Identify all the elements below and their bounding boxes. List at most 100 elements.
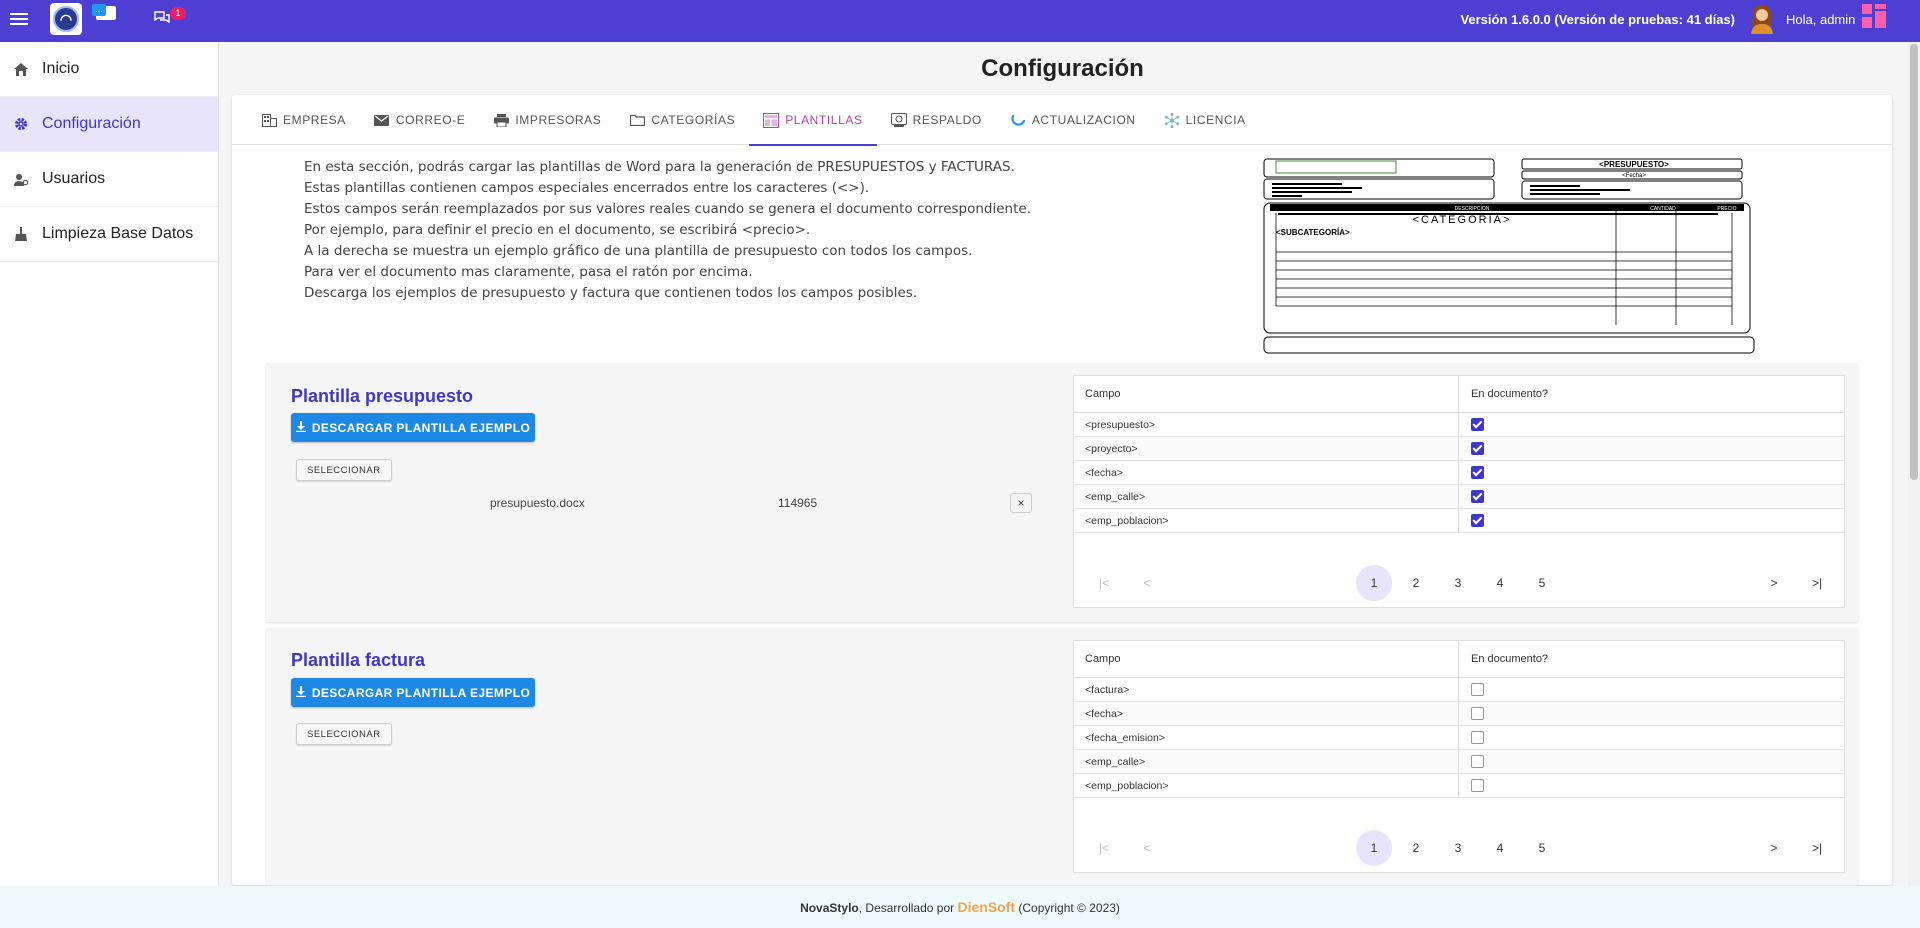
next-page-icon[interactable]: > (1756, 565, 1792, 601)
template-preview-image[interactable]: <PRESUPUESTO> <Fecha> DESCRIPCION CANTID… (1262, 157, 1762, 357)
template-icon (763, 112, 780, 128)
mail-chip: ... (92, 4, 106, 16)
presupuesto-title: Plantilla presupuesto (291, 386, 474, 406)
prev-page-icon[interactable]: < (1129, 565, 1165, 601)
page-button-1[interactable]: 1 (1356, 830, 1392, 866)
tab-label: EMPRESA (283, 113, 346, 127)
tab-label: CATEGORÍAS (651, 113, 736, 127)
intro-line: En esta sección, podrás cargar las plant… (304, 159, 1015, 175)
remove-file-button[interactable]: × (1010, 493, 1032, 513)
tab-label: LICENCIA (1185, 113, 1246, 127)
tab-label: RESPALDO (912, 113, 982, 127)
chat-badge: 1 (170, 7, 186, 20)
sidebar-item-usuarios[interactable]: Usuarios (0, 152, 218, 207)
next-page-icon[interactable]: > (1756, 830, 1792, 866)
page-button-5[interactable]: 5 (1524, 565, 1560, 601)
top-app-bar: ◠ ... 1 Versión 1.6.0.0 (Versión de prue… (0, 0, 1920, 42)
file-name: presupuesto.docx (490, 496, 585, 510)
column-en-documento: En documento? (1471, 388, 1549, 400)
hamburger-menu-icon[interactable] (10, 10, 28, 28)
first-page-icon[interactable]: |< (1086, 830, 1122, 866)
sidebar-item-label: Limpieza Base Datos (42, 225, 194, 242)
checkbox-unchecked[interactable] (1471, 707, 1484, 720)
table-row: <emp_calle> (1074, 485, 1844, 509)
checkbox-unchecked[interactable] (1471, 755, 1484, 768)
last-page-icon[interactable]: >| (1799, 830, 1835, 866)
page-button-4[interactable]: 4 (1482, 830, 1518, 866)
prev-page-icon[interactable]: < (1129, 830, 1165, 866)
mail-notifications-icon[interactable]: ... (92, 4, 116, 20)
page-scrollbar[interactable] (1908, 42, 1920, 886)
download-factura-button[interactable]: DESCARGAR PLANTILLA EJEMPLO (291, 678, 535, 707)
field-name: <fecha> (1074, 702, 1459, 725)
table-row: <presupuesto> (1074, 413, 1844, 437)
version-label: Versión 1.6.0.0 (Versión de pruebas: 41 … (1460, 12, 1735, 27)
intro-line: Descarga los ejemplos de presupuesto y f… (304, 285, 918, 301)
checkbox-unchecked[interactable] (1471, 731, 1484, 744)
home-icon (13, 61, 29, 77)
checkbox-unchecked[interactable] (1471, 683, 1484, 696)
tab-empresa[interactable]: EMPRESA (247, 95, 360, 145)
user-avatar[interactable] (1747, 2, 1777, 34)
tab-label: ACTUALIZACION (1031, 113, 1136, 127)
broom-icon (13, 226, 29, 242)
tab-respaldo[interactable]: RESPALDO (877, 95, 996, 145)
checkbox-checked[interactable] (1471, 514, 1484, 527)
factura-fields-table: Campo En documento? <factura> <fecha> <f… (1073, 640, 1845, 873)
page-button-3[interactable]: 3 (1440, 830, 1476, 866)
page-button-2[interactable]: 2 (1398, 830, 1434, 866)
chat-icon[interactable] (154, 10, 170, 24)
sidebar-item-inicio[interactable]: Inicio (0, 42, 218, 97)
select-factura-button[interactable]: SELECCIONAR (296, 723, 392, 745)
table-header: Campo En documento? (1074, 376, 1844, 413)
checkbox-unchecked[interactable] (1471, 779, 1484, 792)
tab-impresoras[interactable]: IMPRESORAS (479, 95, 615, 145)
checkbox-checked[interactable] (1471, 442, 1484, 455)
users-icon (13, 171, 29, 187)
download-presupuesto-button[interactable]: DESCARGAR PLANTILLA EJEMPLO (291, 413, 535, 442)
intro-line: Estas plantillas contienen campos especi… (304, 180, 870, 196)
sidebar-item-label: Configuración (42, 115, 141, 132)
pagination: |< < 1 2 3 4 5 > >| (1074, 830, 1846, 866)
tab-licencia[interactable]: LICENCIA (1150, 95, 1260, 145)
column-campo: Campo (1074, 376, 1459, 412)
tab-plantillas[interactable]: PLANTILLAS (749, 95, 877, 146)
backup-icon (890, 113, 907, 127)
tab-correo[interactable]: CORREO-E (360, 95, 479, 145)
column-en-documento: En documento? (1471, 653, 1549, 665)
last-page-icon[interactable]: >| (1799, 565, 1835, 601)
sidebar-item-limpieza[interactable]: Limpieza Base Datos (0, 207, 218, 262)
mail-icon (374, 113, 390, 127)
page-button-2[interactable]: 2 (1398, 565, 1434, 601)
select-presupuesto-button[interactable]: SELECCIONAR (296, 459, 392, 481)
page-button-1[interactable]: 1 (1356, 565, 1392, 601)
page-title: Configuración (981, 55, 1144, 82)
footer-brand[interactable]: DienSoft (957, 899, 1015, 915)
first-page-icon[interactable]: |< (1086, 565, 1122, 601)
page-button-3[interactable]: 3 (1440, 565, 1476, 601)
app-logo[interactable]: ◠ (50, 3, 82, 35)
update-icon (1010, 113, 1026, 127)
field-name: <fecha_emision> (1074, 726, 1459, 749)
checkbox-checked[interactable] (1471, 466, 1484, 479)
checkbox-checked[interactable] (1471, 490, 1484, 503)
tab-categorias[interactable]: CATEGORÍAS (615, 95, 749, 145)
preview-subcategoria: <SUBCATEGORÍA> (1276, 228, 1350, 237)
tab-actualizacion[interactable]: ACTUALIZACION (996, 95, 1150, 145)
field-name: <emp_calle> (1074, 750, 1459, 773)
sidebar-item-label: Usuarios (42, 170, 106, 187)
download-icon (295, 685, 306, 700)
apps-grid-icon[interactable] (1862, 4, 1886, 28)
tab-label: CORREO-E (395, 113, 466, 127)
table-row: <emp_calle> (1074, 750, 1844, 774)
page-button-5[interactable]: 5 (1524, 830, 1560, 866)
scrollbar-thumb[interactable] (1910, 44, 1918, 480)
preview-presupuesto: <PRESUPUESTO> (1599, 160, 1669, 169)
table-row: <proyecto> (1074, 437, 1844, 461)
checkbox-checked[interactable] (1471, 418, 1484, 431)
sidebar-item-configuracion[interactable]: Configuración (0, 97, 218, 152)
factura-section: Plantilla factura DESCARGAR PLANTILLA EJ… (266, 628, 1858, 885)
factura-title: Plantilla factura (291, 650, 426, 670)
page-button-4[interactable]: 4 (1482, 565, 1518, 601)
intro-line: A la derecha se muestra un ejemplo gráfi… (304, 243, 973, 259)
